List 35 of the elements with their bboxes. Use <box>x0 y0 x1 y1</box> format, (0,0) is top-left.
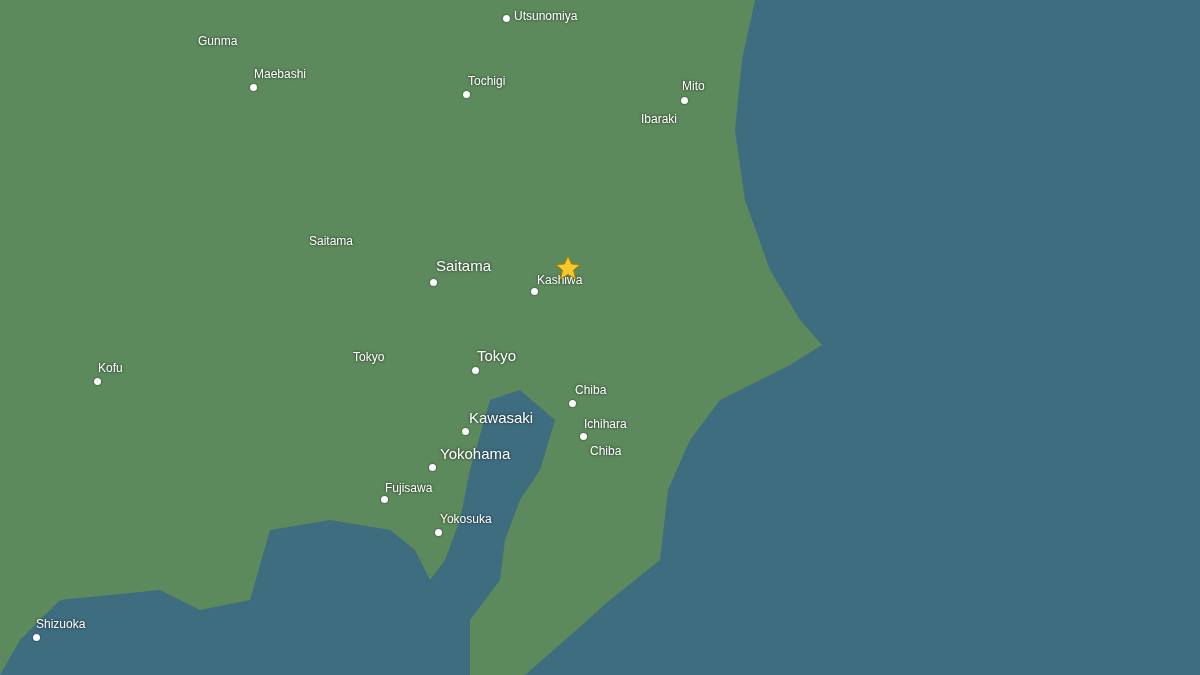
city-label: Chiba <box>575 383 607 397</box>
region-label: Gunma <box>198 34 238 48</box>
city-dot <box>569 400 576 407</box>
city-dot <box>463 91 470 98</box>
city-label: Kofu <box>98 361 123 375</box>
city-dot <box>580 433 587 440</box>
city-label: Yokosuka <box>440 512 492 526</box>
region-label: Saitama <box>309 234 354 248</box>
city-label: Yokohama <box>440 445 511 462</box>
city-label: Kashiwa <box>537 273 583 287</box>
city-dot <box>435 529 442 536</box>
city-label: Ichihara <box>584 417 627 431</box>
city-dot <box>94 378 101 385</box>
city-dot <box>681 97 688 104</box>
city-label: Tokyo <box>477 347 517 364</box>
city-dot <box>430 279 437 286</box>
city-dot <box>33 634 40 641</box>
city-label: Maebashi <box>254 67 307 81</box>
city-dot <box>503 15 510 22</box>
city-label: Shizuoka <box>36 617 86 631</box>
city-label: Fujisawa <box>385 481 433 495</box>
region-label: Chiba <box>590 444 622 458</box>
city-dot <box>250 84 257 91</box>
region-label: Ibaraki <box>641 112 678 126</box>
city-dot <box>381 496 388 503</box>
city-label: Saitama <box>436 257 492 274</box>
city-dot <box>472 367 479 374</box>
city-label: Mito <box>682 79 705 93</box>
city-label: Tochigi <box>468 74 506 88</box>
city-label: Utsunomiya <box>514 9 578 23</box>
city-dot <box>531 288 538 295</box>
city-dot <box>462 428 469 435</box>
city-dot <box>429 464 436 471</box>
city-label: Kawasaki <box>469 409 534 426</box>
region-label: Tokyo <box>353 350 385 364</box>
